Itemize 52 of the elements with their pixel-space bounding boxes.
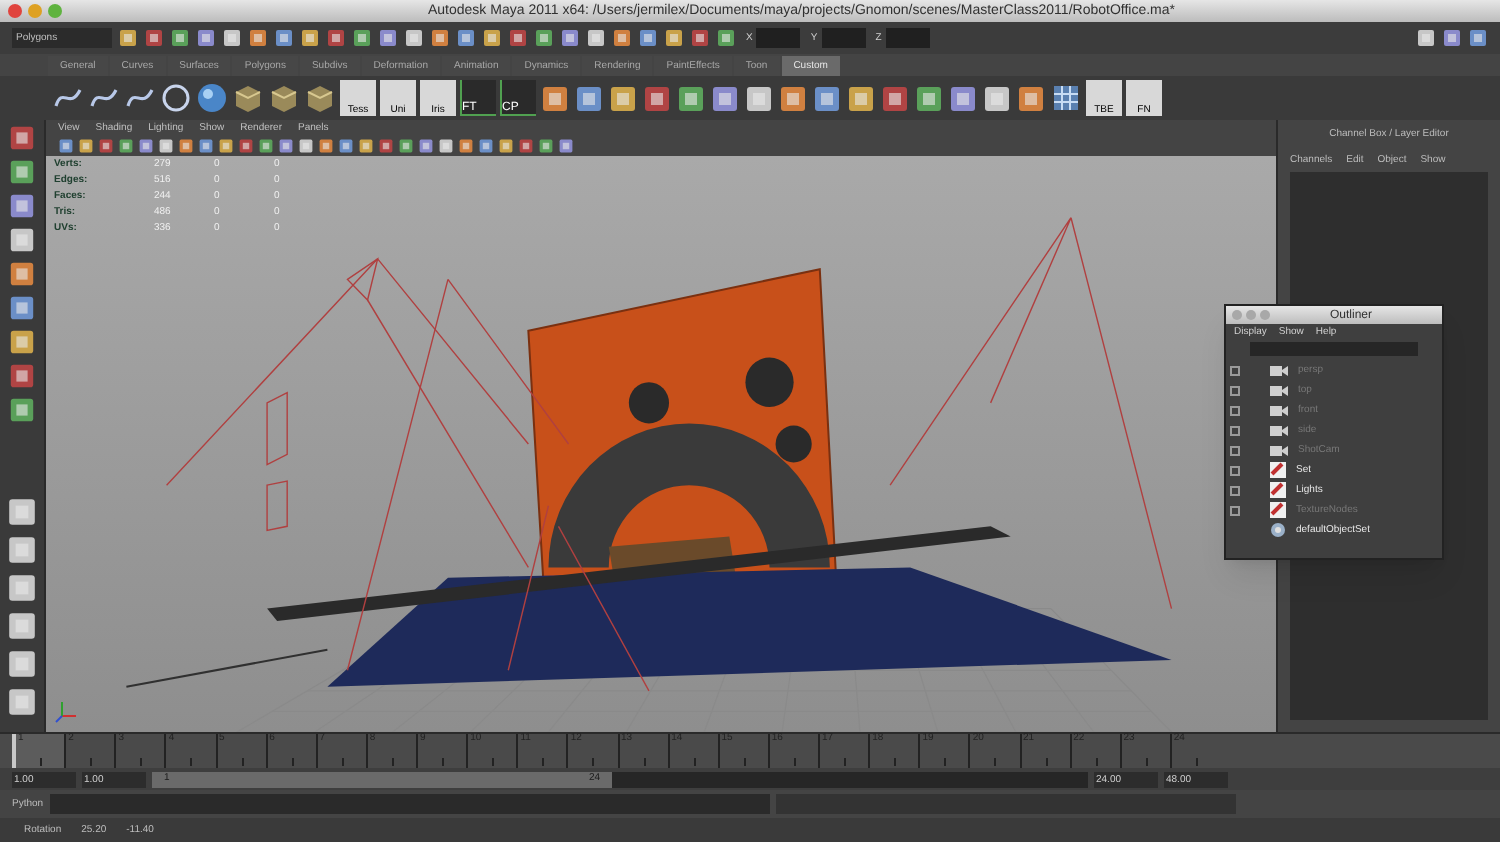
box-icon[interactable] (232, 82, 264, 114)
tool-icon[interactable] (948, 83, 978, 113)
tool-icon[interactable] (8, 362, 36, 390)
group-icon (1270, 482, 1286, 498)
tool-icon[interactable] (880, 83, 910, 113)
tool-icon[interactable] (8, 192, 36, 220)
tool-icon[interactable] (744, 83, 774, 113)
camera-icon (1270, 443, 1288, 457)
tool-icon[interactable] (8, 396, 36, 424)
tool-icon[interactable] (982, 83, 1012, 113)
camera-icon (1270, 363, 1288, 377)
tool-icon[interactable] (8, 328, 36, 356)
tool-icon[interactable] (8, 226, 36, 254)
sphere-icon[interactable] (196, 82, 228, 114)
tool-icon[interactable] (1016, 83, 1046, 113)
camera-icon (1270, 403, 1288, 417)
lattice-icon[interactable] (1050, 82, 1082, 114)
layout-icon[interactable] (6, 648, 38, 680)
tool-icon[interactable] (8, 260, 36, 288)
coordinate-field[interactable] (756, 28, 801, 48)
tool-icon[interactable] (608, 83, 638, 113)
tool-icon[interactable] (8, 124, 36, 152)
circle-icon[interactable] (160, 82, 192, 114)
tool-icon[interactable] (710, 83, 740, 113)
layout-icon[interactable] (6, 572, 38, 604)
group-icon (1270, 502, 1286, 518)
close-icon[interactable] (8, 4, 22, 18)
set-icon (1270, 522, 1286, 538)
tool-icon[interactable] (846, 83, 876, 113)
tool-icon[interactable] (8, 158, 36, 186)
box-icon[interactable] (268, 82, 300, 114)
tool-icon[interactable] (642, 83, 672, 113)
filter-field[interactable] (1250, 342, 1418, 356)
tool-icon[interactable] (574, 83, 604, 113)
tool-icon[interactable] (778, 83, 808, 113)
tool-icon[interactable] (914, 83, 944, 113)
group-icon (1270, 462, 1286, 478)
command-field[interactable] (49, 794, 770, 814)
axis-gizmo-icon (54, 700, 78, 724)
camera-icon (1270, 423, 1288, 437)
layout-icon[interactable] (6, 534, 38, 566)
tool-icon[interactable] (812, 83, 842, 113)
layout-icon[interactable] (6, 610, 38, 642)
tool-icon[interactable] (540, 83, 570, 113)
camera-icon (1270, 383, 1288, 397)
coordinate-field[interactable] (821, 28, 866, 48)
layout-icon[interactable] (6, 496, 38, 528)
coordinate-field[interactable] (885, 28, 930, 48)
box-icon[interactable] (304, 82, 336, 114)
tool-icon[interactable] (8, 294, 36, 322)
tool-icon[interactable] (676, 83, 706, 113)
layout-icon[interactable] (6, 686, 38, 718)
